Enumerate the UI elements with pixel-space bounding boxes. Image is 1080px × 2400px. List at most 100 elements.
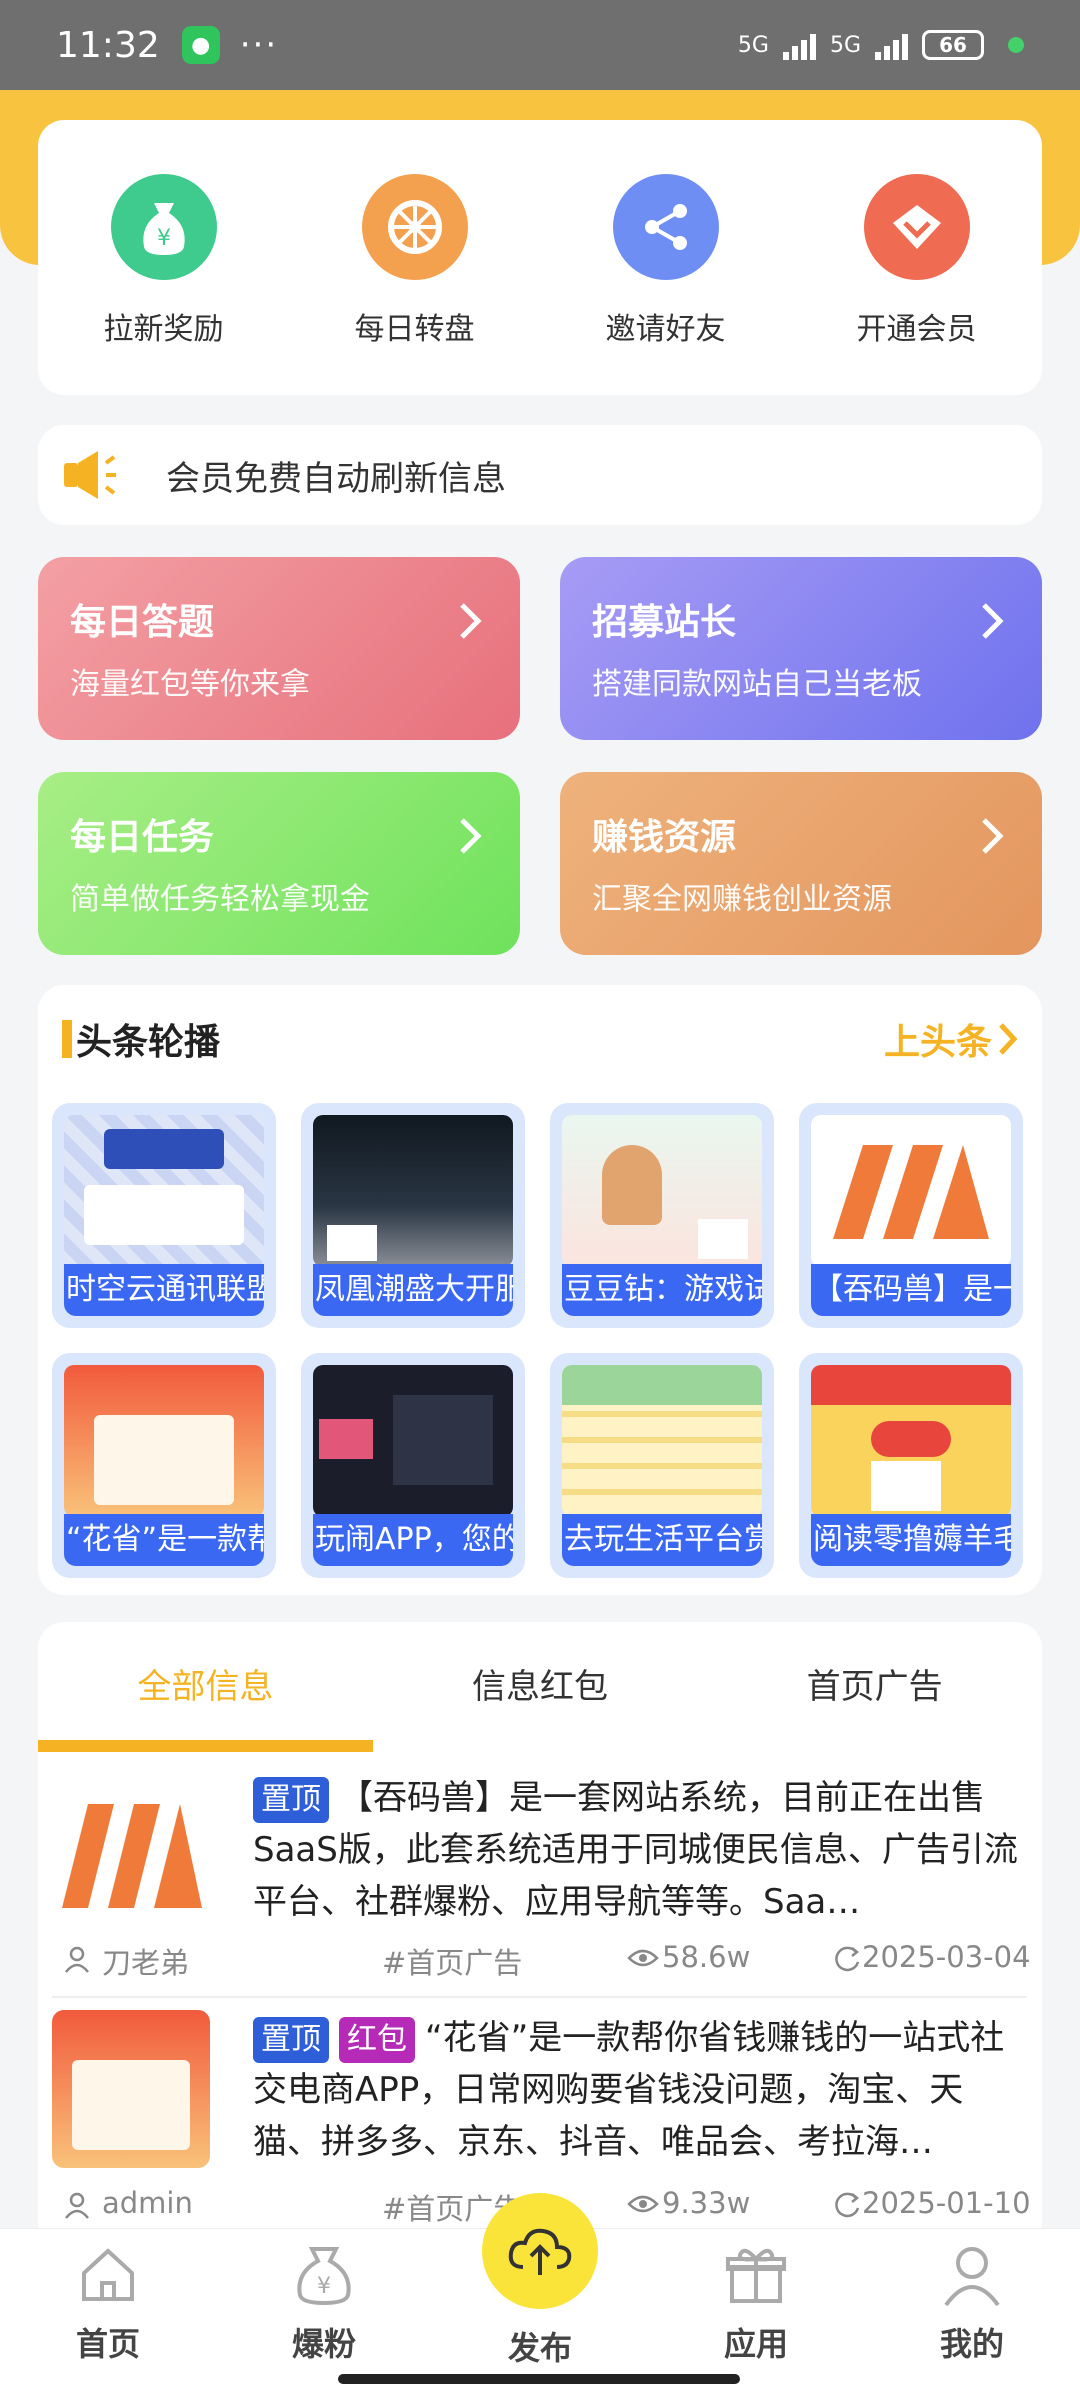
red-packet-badge: 红包 <box>339 2017 415 2063</box>
tile-subtitle: 海量红包等你来拿 <box>70 667 310 702</box>
publish-button[interactable] <box>482 2193 598 2309</box>
headline-caption: “花省”是一款帮 <box>64 1514 264 1566</box>
pinned-badge: 置顶 <box>253 1777 329 1823</box>
money-bag-icon: ¥ <box>297 2247 351 2306</box>
tile-title: 招募站长 <box>592 602 737 643</box>
refresh-icon <box>835 2192 860 2218</box>
tile-title: 赚钱资源 <box>592 817 737 858</box>
thumbnail-image <box>313 1365 513 1517</box>
headline-caption: 玩闹APP，您的 <box>313 1514 513 1566</box>
quick-action-label: 开通会员 <box>856 312 977 347</box>
headline-item[interactable]: 豆豆钻：游戏试玩 <box>550 1103 774 1328</box>
headline-item[interactable]: 凤凰潮盛大开服 <box>301 1103 525 1328</box>
pinned-badge: 置顶 <box>253 2017 329 2063</box>
user-icon <box>944 2247 1000 2307</box>
chevron-right-icon <box>999 1023 1018 1055</box>
status-bar: 11:32 ● ··· 5G 5G 66 <box>0 0 1080 90</box>
nav-label: 首页 <box>75 2325 140 2363</box>
battery-icon: 66 <box>922 30 984 60</box>
svg-text:¥: ¥ <box>317 2274 331 2299</box>
post-text: 【吞码兽】是一套网站系统，目前正在出售SaaS版，此套系统适用于同城便民信息、广… <box>253 1778 1018 1922</box>
headline-more-link[interactable]: 上头条 <box>884 1013 1018 1065</box>
quick-action-label: 邀请好友 <box>605 312 726 347</box>
thumbnail-image <box>313 1115 513 1267</box>
user-icon <box>65 1946 89 1973</box>
upload-cloud-icon <box>508 2228 572 2275</box>
nav-label: 应用 <box>723 2325 788 2363</box>
headline-caption: 阅读零撸薅羊毛 <box>811 1514 1011 1566</box>
speaker-icon <box>64 451 116 499</box>
money-bag-icon: ¥ <box>110 174 217 280</box>
thumbnail-image <box>64 1365 264 1517</box>
status-time: 11:32 <box>56 24 160 66</box>
quick-actions-card: ¥ 拉新奖励 每日转盘 邀请好友 开通会员 <box>38 120 1042 395</box>
tile-subtitle: 简单做任务轻松拿现金 <box>70 882 370 917</box>
tile-daily-task[interactable]: 每日任务 简单做任务轻松拿现金 <box>38 772 520 955</box>
nav-publish[interactable]: 发布 <box>470 2323 610 2369</box>
headline-item[interactable]: 阅读零撸薅羊毛 <box>799 1353 1023 1578</box>
tile-subtitle: 汇聚全网赚钱创业资源 <box>592 882 892 917</box>
quick-action-label: 拉新奖励 <box>103 312 224 347</box>
quick-action-referral[interactable]: ¥ 拉新奖励 <box>64 174 264 348</box>
tile-money-resources[interactable]: 赚钱资源 汇聚全网赚钱创业资源 <box>560 772 1042 955</box>
tile-subtitle: 搭建同款网站自己当老板 <box>592 667 922 702</box>
tab-all-info[interactable]: 全部信息 <box>38 1622 373 1752</box>
notice-bar[interactable]: 会员免费自动刷新信息 <box>38 425 1042 525</box>
tile-recruit-webmaster[interactable]: 招募站长 搭建同款网站自己当老板 <box>560 557 1042 740</box>
chevron-right-icon <box>982 818 1004 854</box>
thumbnail-image <box>562 1365 762 1517</box>
home-indicator <box>338 2374 740 2384</box>
section-title: 头条轮播 <box>76 1022 221 1063</box>
headline-more-label: 上头条 <box>883 1022 992 1063</box>
tile-title: 每日任务 <box>70 817 215 858</box>
nav-apps[interactable]: 应用 <box>686 2243 826 2365</box>
headline-caption: 时空云通讯联盟 <box>64 1264 264 1316</box>
nav-label: 我的 <box>939 2325 1004 2363</box>
nav-fans[interactable]: ¥ 爆粉 <box>254 2243 394 2365</box>
nav-mine[interactable]: 我的 <box>902 2243 1042 2365</box>
privacy-indicator <box>1008 37 1024 53</box>
thumbnail-image <box>562 1115 762 1267</box>
quick-action-wheel[interactable]: 每日转盘 <box>315 174 515 348</box>
divider <box>52 1996 1027 1998</box>
quick-action-invite[interactable]: 邀请好友 <box>566 174 766 348</box>
tab-red-packet[interactable]: 信息红包 <box>373 1622 708 1752</box>
gift-icon <box>726 2248 786 2303</box>
headline-caption: 豆豆钻：游戏试玩 <box>562 1264 762 1316</box>
thumbnail-image <box>64 1115 264 1267</box>
tile-title: 每日答题 <box>70 602 215 643</box>
headline-item[interactable]: 【吞码兽】是一套 <box>799 1103 1023 1328</box>
wheel-icon <box>361 174 468 280</box>
thumbnail-image <box>811 1115 1011 1267</box>
tab-homepage-ads[interactable]: 首页广告 <box>707 1622 1042 1752</box>
headline-caption: 【吞码兽】是一套 <box>811 1264 1011 1316</box>
author-name: admin <box>102 2186 193 2220</box>
post-thumbnail <box>52 1770 210 1928</box>
more-dots-icon: ··· <box>239 25 279 65</box>
network-label-2: 5G <box>829 32 861 58</box>
tile-daily-quiz[interactable]: 每日答题 海量红包等你来拿 <box>38 557 520 740</box>
wechat-icon: ● <box>181 26 220 64</box>
post-list: 置顶 【吞码兽】是一套网站系统，目前正在出售SaaS版，此套系统适用于同城便民信息… <box>38 1752 1042 2232</box>
post-date: 2025-03-04 <box>862 1940 1031 1974</box>
diamond-icon <box>863 174 970 280</box>
quick-action-vip[interactable]: 开通会员 <box>817 174 1017 348</box>
headline-caption: 去玩生活平台赏 <box>562 1514 762 1566</box>
headline-item[interactable]: “花省”是一款帮 <box>52 1353 276 1578</box>
nav-home[interactable]: 首页 <box>38 2243 178 2365</box>
chevron-right-icon <box>460 603 482 639</box>
post-date: 2025-01-10 <box>862 2186 1031 2220</box>
view-count: 9.33w <box>662 2186 751 2220</box>
signal-icon <box>782 30 816 60</box>
nav-label: 爆粉 <box>291 2325 356 2363</box>
notice-text: 会员免费自动刷新信息 <box>166 458 506 499</box>
headline-item[interactable]: 玩闹APP，您的 <box>301 1353 525 1578</box>
eye-icon <box>627 1949 659 1967</box>
network-label: 5G <box>737 32 769 58</box>
headline-item[interactable]: 去玩生活平台赏 <box>550 1353 774 1578</box>
headline-item[interactable]: 时空云通讯联盟 <box>52 1103 276 1328</box>
chevron-right-icon <box>460 818 482 854</box>
author-name: 刀老弟 <box>102 1946 190 1980</box>
view-count: 58.6w <box>662 1940 751 1974</box>
refresh-icon <box>835 1946 860 1972</box>
